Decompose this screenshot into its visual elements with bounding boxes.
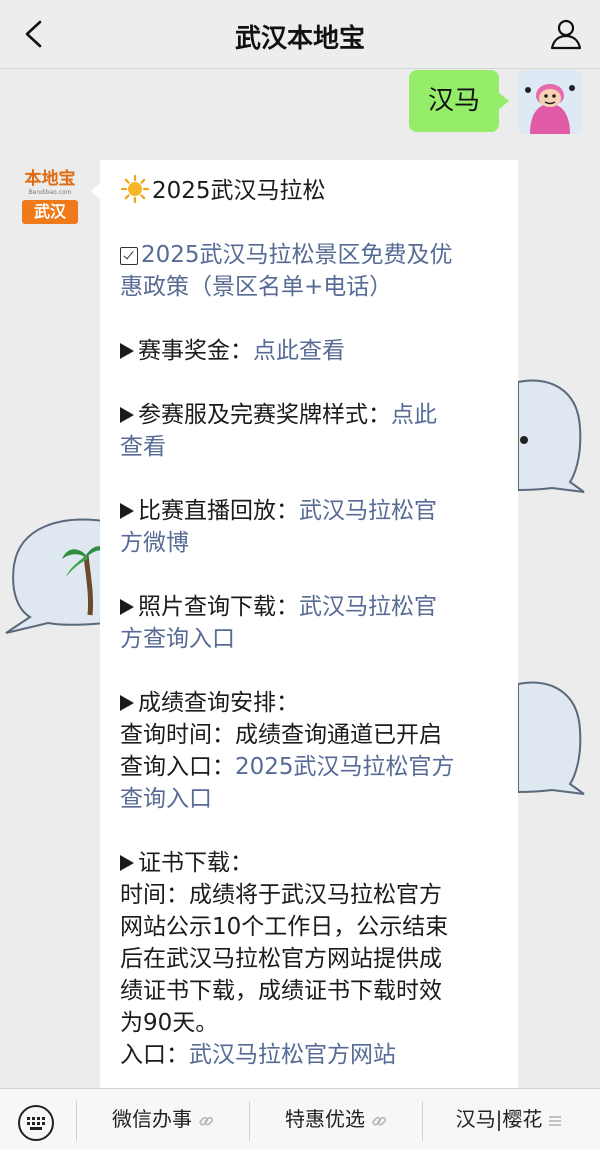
live-link-line2[interactable]: 方微博 [120,527,512,559]
profile-button[interactable] [546,14,586,54]
menu-item-deals[interactable]: 特惠优选 [250,1089,422,1149]
bot-message-bubble: 2025武汉马拉松 2025武汉马拉松景区免费及优 惠政策（景区名单+电话） 赛… [91,160,518,1088]
link-icon [199,1116,213,1125]
keyboard-toggle-button[interactable] [16,1103,56,1143]
official-account-avatar[interactable]: 本地宝 Bendibao.com 武汉 [18,168,82,226]
decorative-cloud-right-bottom [518,681,585,795]
cert-text-line: 为90天。 [120,1010,219,1036]
back-button[interactable] [14,14,54,54]
live-link-line1[interactable]: 武汉马拉松官 [299,498,437,524]
link-icon [372,1116,386,1125]
cert-block: 证书下载： 时间：成绩将于武汉马拉松官方 网站公示10个工作日，公示结束 后在武… [120,847,512,1071]
city-badge: 武汉 [22,200,78,224]
brand-logo-url: Bendibao.com [28,189,72,196]
photo-label: 照片查询下载： [138,594,299,620]
prize-block: 赛事奖金：点此查看 [120,335,512,367]
cert-text-line: 后在武汉马拉松官方网站提供成 [120,946,442,972]
menu-item-marathon-sakura[interactable]: 汉马|樱花 [423,1089,595,1149]
policy-link-line2[interactable]: 惠政策（景区名单+电话） [120,271,512,303]
photo-block: 照片查询下载：武汉马拉松官 方查询入口 [120,591,512,655]
kit-link-line1[interactable]: 点此 [391,402,437,428]
person-icon [550,19,582,50]
score-block: 成绩查询安排： 查询时间：成绩查询通道已开启 查询入口：2025武汉马拉松官方 … [120,687,512,815]
score-entry-link-line2[interactable]: 查询入口 [120,783,512,815]
decorative-cloud-right-top [518,379,585,493]
score-entry-link-line1[interactable]: 2025武汉马拉松官方 [235,754,455,780]
menu-lines-icon [549,1115,562,1126]
cert-text-line: 网站公示10个工作日，公示结束 [120,914,449,940]
user-message-bubble[interactable]: 汉马 [409,70,509,132]
cert-text-line: 时间：成绩将于武汉马拉松官方 [120,882,442,908]
brand-logo-text: 本地宝 [24,169,76,189]
kit-link-line2[interactable]: 查看 [120,431,512,463]
play-arrow-icon [120,695,134,711]
prize-link[interactable]: 点此查看 [253,338,345,364]
cert-entry-label: 入口： [120,1042,189,1068]
bottom-menu-bar: 微信办事 特惠优选 汉马|樱花 [0,1088,600,1149]
play-arrow-icon [120,599,134,615]
photo-link-line1[interactable]: 武汉马拉松官 [299,594,437,620]
message-heading: 2025武汉马拉松 [152,178,326,204]
cartoon-avatar-icon [518,70,582,134]
score-title: 成绩查询安排： [138,690,299,716]
menu-item-wechat-services[interactable]: 微信办事 [77,1089,249,1149]
user-avatar[interactable] [518,70,582,134]
kit-block: 参赛服及完赛奖牌样式：点此 查看 [120,399,512,463]
prize-label: 赛事奖金： [138,338,253,364]
policy-block: 2025武汉马拉松景区免费及优 惠政策（景区名单+电话） [120,239,512,303]
cert-entry-link[interactable]: 武汉马拉松官方网站 [189,1042,396,1068]
photo-link-line2[interactable]: 方查询入口 [120,623,512,655]
live-label: 比赛直播回放： [138,498,299,524]
play-arrow-icon [120,855,134,871]
score-time-line: 查询时间：成绩查询通道已开启 [120,722,442,748]
policy-link-line1[interactable]: 2025武汉马拉松景区免费及优 [141,242,453,268]
score-entry-label: 查询入口： [120,754,235,780]
decorative-cloud-left [5,518,104,634]
menu-item-label: 微信办事 [112,1107,192,1131]
nav-bar: 武汉本地宝 [0,0,600,69]
cert-title: 证书下载： [138,850,253,876]
cert-text-line: 绩证书下载，成绩证书下载时效 [120,978,442,1004]
page-title: 武汉本地宝 [234,24,365,54]
sun-icon [120,174,150,204]
live-block: 比赛直播回放：武汉马拉松官 方微博 [120,495,512,559]
chevron-left-icon [25,20,42,48]
play-arrow-icon [120,343,134,359]
checkbox-icon [120,247,138,265]
keyboard-icon [18,1105,54,1141]
play-arrow-icon [120,503,134,519]
menu-item-label: 汉马|樱花 [455,1107,543,1131]
menu-item-label: 特惠优选 [285,1107,365,1131]
kit-label: 参赛服及完赛奖牌样式： [138,402,391,428]
message-heading-block: 2025武汉马拉松 [120,174,512,207]
play-arrow-icon [120,407,134,423]
